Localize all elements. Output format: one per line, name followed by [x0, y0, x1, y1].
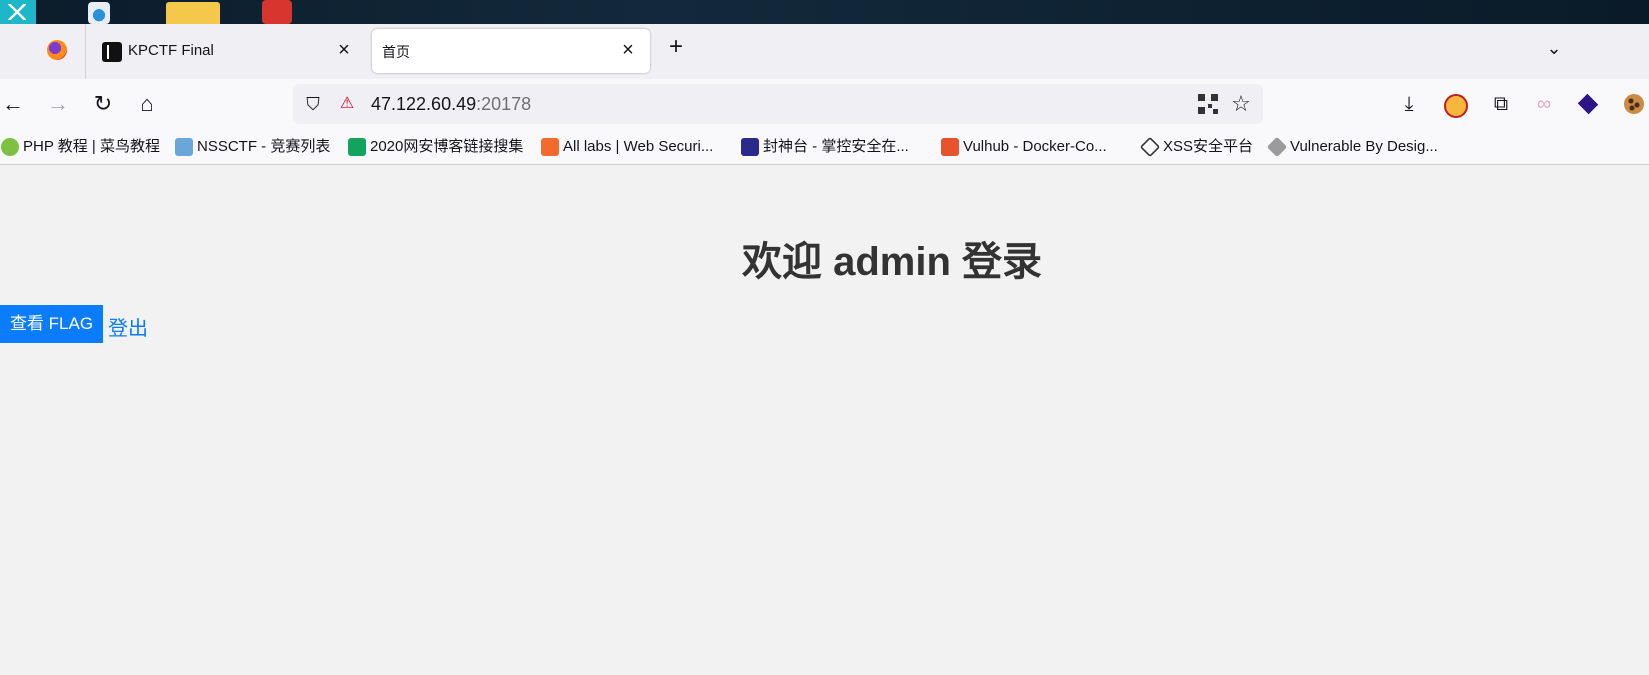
bookmark-label: Vulnerable By Desig... — [1290, 138, 1438, 155]
tab-strip: KPCTF Final × 首页 × + ⌄ — [0, 24, 1649, 79]
bookmark-favicon-icon — [348, 138, 366, 156]
close-icon[interactable]: × — [334, 40, 354, 60]
user-folder-icon[interactable] — [166, 0, 220, 24]
home-icon[interactable]: ⌂ — [134, 91, 160, 117]
tab-kpctf[interactable]: KPCTF Final × — [88, 29, 366, 73]
bookmark-favicon-icon — [1139, 136, 1161, 158]
firefox-logo-icon — [47, 40, 67, 60]
bookmark-label: Vulhub - Docker-Co... — [963, 138, 1107, 155]
extension-circles-icon[interactable]: ∞ — [1531, 91, 1557, 117]
desktop-app-icon[interactable] — [0, 0, 36, 24]
shield-icon[interactable]: ⛉ — [303, 94, 323, 114]
kpctf-favicon-icon — [102, 42, 122, 62]
plus-icon[interactable]: + — [664, 35, 688, 60]
insecure-lock-icon[interactable]: ⚠ — [337, 94, 357, 114]
logout-link[interactable]: 登出 — [108, 312, 148, 341]
bookmark-label: 封神台 - 掌控安全在... — [763, 138, 909, 155]
bookmark-label: NSSCTF - 竞赛列表 — [197, 138, 331, 155]
bookmark-favicon-icon — [941, 138, 959, 156]
arrow-left-icon[interactable]: ← — [0, 91, 26, 117]
chevron-down-icon[interactable]: ⌄ — [1542, 36, 1566, 60]
star-icon[interactable]: ☆ — [1229, 92, 1253, 116]
recycle-bin-icon[interactable] — [80, 0, 120, 24]
extension-blocker-icon[interactable] — [1441, 91, 1468, 118]
download-icon[interactable]: ⤓ — [1396, 91, 1422, 117]
url-host: 47.122.60.49 — [371, 94, 477, 114]
bookmark-favicon-icon — [175, 138, 193, 156]
url-port: :20178 — [476, 94, 532, 114]
bookmark-favicon-icon — [741, 138, 759, 156]
desktop-strip — [0, 0, 1649, 24]
firefox-view-button[interactable] — [0, 24, 86, 79]
close-icon[interactable]: × — [618, 40, 638, 60]
reload-icon[interactable]: ↻ — [90, 91, 116, 117]
url-text[interactable]: 47.122.60.49:20178 — [371, 94, 531, 115]
bookmark-favicon-icon — [1, 138, 19, 156]
puzzle-icon[interactable]: ⧉ — [1488, 91, 1514, 117]
page-title: 欢迎 admin 登录 — [741, 240, 1043, 284]
bookmark-label: All labs | Web Securi... — [563, 138, 714, 155]
view-flag-button[interactable]: 查看 FLAG — [0, 305, 103, 343]
cookie-icon[interactable] — [1621, 91, 1647, 117]
bookmark-favicon-icon — [541, 138, 559, 156]
page-content: 欢迎 admin 登录 查看 FLAG 登出 — [0, 166, 1649, 675]
bookmarks-bar: PHP 教程 | 菜鸟教程 NSSCTF - 竞赛列表 2020网安博客链接搜集… — [0, 129, 1649, 165]
pdf-app-icon[interactable] — [260, 0, 294, 24]
tab-title: KPCTF Final — [128, 42, 214, 59]
bookmark-label: 2020网安博客链接搜集 — [370, 138, 524, 155]
bookmark-favicon-icon — [1266, 136, 1288, 158]
bookmark-label: XSS安全平台 — [1163, 138, 1254, 155]
tab-home[interactable]: 首页 × — [372, 29, 650, 73]
navigation-bar: ← → ↻ ⌂ ⛉ ⚠ 47.122.60.49:20178 ☆ ⤓ ⧉ ∞ — [0, 79, 1649, 129]
tab-title: 首页 — [382, 44, 410, 60]
extension-layers-icon[interactable] — [1575, 91, 1601, 117]
qr-code-icon[interactable] — [1198, 94, 1218, 114]
bookmark-label: PHP 教程 | 菜鸟教程 — [23, 138, 160, 155]
address-bar[interactable]: ⛉ ⚠ 47.122.60.49:20178 ☆ — [293, 84, 1263, 124]
arrow-right-icon[interactable]: → — [45, 91, 71, 117]
